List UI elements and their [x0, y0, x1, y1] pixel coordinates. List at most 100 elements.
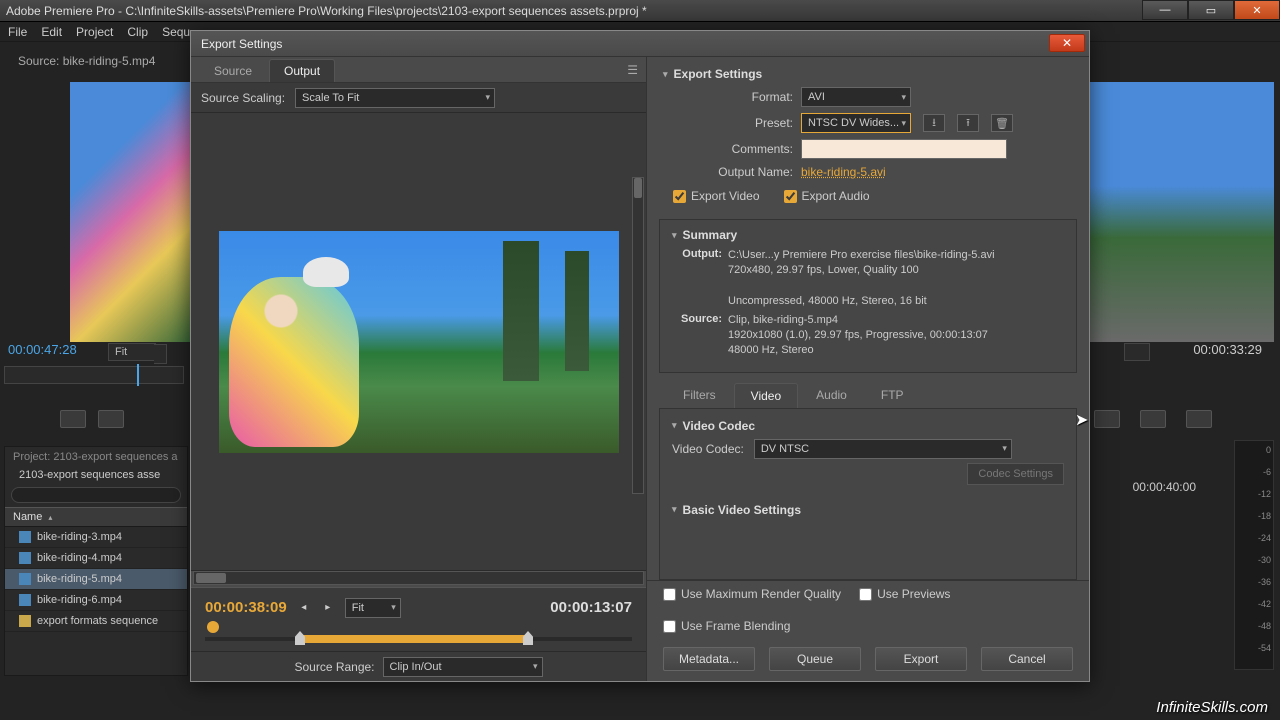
source-zoom-fit[interactable]: Fit: [108, 343, 156, 361]
preview-video-frame: [219, 231, 619, 453]
basic-video-settings-header[interactable]: Basic Video Settings: [672, 503, 1064, 517]
snapshot-button[interactable]: [1186, 410, 1212, 428]
export-settings-header[interactable]: Export Settings: [663, 67, 1073, 81]
preview-transport: 00:00:38:09 ◂ ▸ Fit 00:00:13:07: [191, 587, 646, 627]
meter-tick: -48: [1258, 621, 1271, 631]
preview-zoom-dropdown[interactable]: Fit: [345, 598, 401, 618]
playhead-marker[interactable]: [207, 621, 219, 633]
lift-button[interactable]: [1094, 410, 1120, 428]
source-scaling-dropdown[interactable]: Scale To Fit: [295, 88, 495, 108]
helmet-graphic: [303, 257, 349, 287]
project-item[interactable]: bike-riding-3.mp4: [5, 527, 187, 548]
source-range-row: Source Range: Clip In/Out: [191, 651, 646, 681]
minimize-button[interactable]: —: [1142, 0, 1188, 20]
tab-filters[interactable]: Filters: [667, 383, 732, 408]
program-monitor-video: [1090, 82, 1274, 342]
comments-input[interactable]: [801, 139, 1007, 159]
dialog-buttons: Metadata... Queue Export Cancel: [647, 639, 1089, 681]
project-panel: Project: 2103-export sequences a 2103-ex…: [4, 446, 188, 676]
tab-source[interactable]: Source: [199, 59, 267, 82]
output-name-label: Output Name:: [663, 165, 793, 179]
preview-scrollbar-vertical[interactable]: [632, 177, 644, 494]
project-column-name[interactable]: Name: [5, 507, 187, 527]
meter-tick: -12: [1258, 489, 1271, 499]
watermark: InfiniteSkills.com: [1156, 699, 1268, 716]
dialog-titlebar[interactable]: Export Settings ✕: [191, 31, 1089, 57]
source-range-dropdown[interactable]: Clip In/Out: [383, 657, 543, 677]
queue-button[interactable]: Queue: [769, 647, 861, 671]
codec-settings-button[interactable]: Codec Settings: [967, 463, 1064, 485]
preview-in-timecode[interactable]: 00:00:38:09: [205, 599, 287, 616]
meter-tick: -42: [1258, 599, 1271, 609]
program-zoom-fit[interactable]: [1124, 343, 1150, 361]
app-title: Adobe Premiere Pro - C:\InfiniteSkills-a…: [6, 4, 1274, 18]
window-controls: — ▭ ✕: [1142, 0, 1280, 20]
project-item[interactable]: bike-riding-4.mp4: [5, 548, 187, 569]
metadata-button[interactable]: Metadata...: [663, 647, 755, 671]
export-audio-checkbox[interactable]: Export Audio: [784, 189, 870, 203]
summary-output-text: C:\User...y Premiere Pro exercise files\…: [728, 248, 1064, 310]
project-search-input[interactable]: [11, 487, 181, 503]
step-back-button[interactable]: ◂: [297, 601, 311, 615]
source-panel-tab[interactable]: Source: bike-riding-5.mp4: [18, 54, 155, 68]
menu-clip[interactable]: Clip: [127, 25, 148, 39]
export-video-checkbox[interactable]: Export Video: [673, 189, 760, 203]
video-codec-header[interactable]: Video Codec: [672, 419, 1064, 433]
maximize-button[interactable]: ▭: [1188, 0, 1234, 20]
in-handle[interactable]: [295, 631, 305, 645]
project-item[interactable]: bike-riding-6.mp4: [5, 590, 187, 611]
tab-output[interactable]: Output: [269, 59, 335, 82]
extract-button[interactable]: [1140, 410, 1166, 428]
summary-section: Summary Output:C:\User...y Premiere Pro …: [659, 219, 1077, 373]
cancel-button[interactable]: Cancel: [981, 647, 1073, 671]
delete-preset-icon[interactable]: 🗑: [991, 114, 1013, 132]
project-item-sequence[interactable]: export formats sequence: [5, 611, 187, 632]
render-options: Use Maximum Render Quality Use Previews …: [647, 580, 1089, 639]
source-scaling-label: Source Scaling:: [201, 91, 285, 105]
source-monitor-video: [70, 82, 190, 342]
settings-tabs: Filters Video Audio FTP: [659, 383, 1077, 409]
close-button[interactable]: ✕: [1234, 0, 1280, 20]
preset-label: Preset:: [663, 116, 793, 130]
meter-tick: -36: [1258, 577, 1271, 587]
summary-header[interactable]: Summary: [672, 228, 1064, 242]
panel-menu-icon[interactable]: ☰: [627, 63, 638, 77]
frame-blending-checkbox[interactable]: Use Frame Blending: [663, 619, 1073, 633]
preset-dropdown[interactable]: NTSC DV Wides...: [801, 113, 911, 133]
range-slider[interactable]: [191, 627, 646, 651]
max-render-quality-checkbox[interactable]: Use Maximum Render Quality: [663, 587, 841, 601]
program-timecode: 00:00:33:29: [1193, 342, 1262, 357]
in-point-button[interactable]: [98, 410, 124, 428]
use-previews-checkbox[interactable]: Use Previews: [859, 587, 950, 601]
format-dropdown[interactable]: AVI: [801, 87, 911, 107]
dialog-close-button[interactable]: ✕: [1049, 34, 1085, 52]
export-button[interactable]: Export: [875, 647, 967, 671]
out-handle[interactable]: [523, 631, 533, 645]
menu-sequence[interactable]: Sequ: [162, 25, 190, 39]
meter-tick: -24: [1258, 533, 1271, 543]
audio-meter: 0 -6 -12 -18 -24 -30 -36 -42 -48 -54: [1234, 440, 1274, 670]
output-name-link[interactable]: bike-riding-5.avi: [801, 165, 886, 179]
project-panel-title: Project: 2103-export sequences a: [5, 447, 187, 467]
tab-audio[interactable]: Audio: [800, 383, 863, 408]
save-preset-icon[interactable]: ⭳: [923, 114, 945, 132]
menu-edit[interactable]: Edit: [41, 25, 62, 39]
video-codec-dropdown[interactable]: DV NTSC: [754, 439, 1012, 459]
step-forward-button[interactable]: ▸: [321, 601, 335, 615]
import-preset-icon[interactable]: ⭱: [957, 114, 979, 132]
preview-area: [191, 113, 646, 571]
preview-scrollbar-horizontal[interactable]: [193, 571, 644, 585]
tab-video[interactable]: Video: [734, 383, 798, 408]
preview-tabs: Source Output ☰: [191, 57, 646, 83]
marker-button[interactable]: [60, 410, 86, 428]
source-playhead[interactable]: [137, 364, 139, 386]
range-selection: [299, 635, 527, 643]
tab-ftp[interactable]: FTP: [865, 383, 920, 408]
preview-pane: Source Output ☰ Source Scaling: Scale To…: [191, 57, 647, 681]
menu-project[interactable]: Project: [76, 25, 113, 39]
project-item[interactable]: bike-riding-5.mp4: [5, 569, 187, 590]
meter-tick: -6: [1263, 467, 1271, 477]
cursor-icon: ➤: [1075, 410, 1089, 428]
source-time-ruler[interactable]: [4, 366, 184, 384]
menu-file[interactable]: File: [8, 25, 27, 39]
